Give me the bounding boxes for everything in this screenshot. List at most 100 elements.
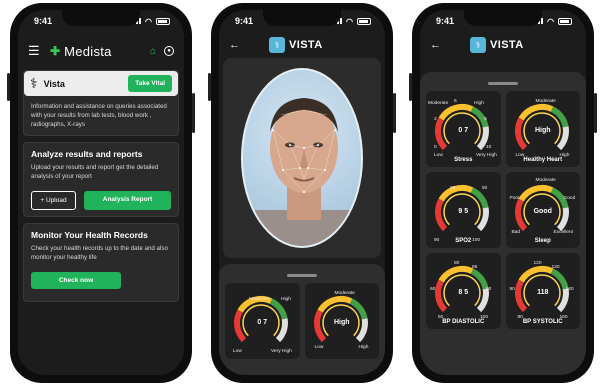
gauge-title: Stress xyxy=(454,157,473,163)
wifi-icon: ◠ xyxy=(145,16,152,26)
notch xyxy=(464,10,542,26)
battery-icon xyxy=(357,17,371,25)
gauge-label: 2 xyxy=(434,117,437,122)
gauge-card[interactable]: Moderate Low High High Healthy Heart xyxy=(505,91,580,167)
notch xyxy=(263,10,341,26)
gauge-value: 0 7 xyxy=(257,319,268,326)
phone-vista-results: 9:41 ◠ ← ⚕ VISTA Moderate 6 High 2 8 0 10 Low Ve… xyxy=(409,3,597,383)
screen: 9:41 ◠ ← ⚕ VISTA Moderate High Low Very … xyxy=(219,10,385,375)
gauge-value: 8 5 xyxy=(458,289,469,296)
gauge-card[interactable]: Moderate 6 High 2 8 0 10 Low Very High 0 7 Stress xyxy=(426,91,501,167)
gauge-label: 130 xyxy=(551,265,560,270)
app-header: ← ⚕ VISTA xyxy=(219,32,385,58)
records-description: Check your health records up to the date… xyxy=(31,245,168,261)
stethoscope-icon: ⚕ xyxy=(30,75,38,91)
gauge-value: 0 7 xyxy=(458,127,469,134)
app-header: ← ⚕ VISTA xyxy=(420,32,586,58)
gauge-label: Low xyxy=(314,345,324,350)
gauge-grid: Moderate High Low Very High 0 7 Moderate Low Hi… xyxy=(225,283,379,359)
vista-logo-text: VISTA xyxy=(289,39,323,51)
gauge-value: High xyxy=(333,319,350,326)
gauge-card[interactable]: 95 92 90 100 9 5 SPO2 xyxy=(426,172,501,248)
records-card: Monitor Your Health Records Check your h… xyxy=(23,223,179,302)
results-sheet: Moderate 6 High 2 8 0 10 Low Very High 0 7 Stress M… xyxy=(420,72,586,375)
gauge-label: Poor xyxy=(509,196,520,201)
gauge-title: Sleep xyxy=(534,238,551,244)
wifi-icon: ◠ xyxy=(547,16,554,26)
gauge-label: Bad xyxy=(511,230,521,235)
gauge-label: High xyxy=(474,101,484,106)
app-brand: Medista xyxy=(64,43,112,59)
vista-logo-text: VISTA xyxy=(490,39,524,51)
gauge-title: Healthy Heart xyxy=(523,157,563,163)
battery-icon xyxy=(156,17,170,25)
gauge-label: Moderate xyxy=(428,101,449,106)
notch xyxy=(62,10,140,26)
app-header: ☰ ✚ Medista ⌂ ● xyxy=(18,32,184,70)
gauge-label: Low xyxy=(233,349,242,354)
analyze-description: Upload your results and report get the d… xyxy=(31,164,159,180)
face-scan-panel xyxy=(223,58,381,258)
vista-title: Vista xyxy=(43,78,65,89)
vista-card: ⚕ Vista Take Vital Information and assis… xyxy=(23,70,179,136)
showcase-stage: 9:41 ◠ ☰ ✚ Medista ⌂ ● ⚕ Vista Take Vita… xyxy=(0,0,603,385)
gauge-label: 8 xyxy=(484,117,487,122)
gauge-value: High xyxy=(534,127,551,134)
gauge-label: 120 xyxy=(533,261,542,266)
gauge-label: 0 xyxy=(434,145,437,150)
vista-logo-icon: ⚕ xyxy=(269,37,285,53)
results-sheet: Moderate High Low Very High 0 7 Moderate Low Hi… xyxy=(219,264,385,375)
sheet-grabber[interactable] xyxy=(488,82,518,85)
analysis-report-button[interactable]: Analysis Report xyxy=(84,191,171,210)
gauge-card[interactable]: 120 130 90 140 80 160 118 BP SYSTOLIC xyxy=(505,253,580,329)
vista-logo-icon: ⚕ xyxy=(470,37,486,53)
gauge-card[interactable]: Moderate Poor Good Bad Excellent Good Sleep xyxy=(505,172,580,248)
gauge-grid: Moderate 6 High 2 8 0 10 Low Very High 0 7 Stress M… xyxy=(426,91,580,329)
profile-icon[interactable]: ● xyxy=(164,46,174,56)
back-arrow-icon[interactable]: ← xyxy=(229,39,269,51)
medical-cross-icon: ✚ xyxy=(50,44,61,58)
gauge-label: High xyxy=(358,345,369,350)
vista-description: Information and assistance on queries as… xyxy=(31,103,167,128)
face-scan-oval xyxy=(241,68,363,248)
battery-icon xyxy=(558,17,572,25)
gauge-value: 118 xyxy=(537,289,549,296)
screen: 9:41 ◠ ← ⚕ VISTA Moderate 6 High 2 8 0 10 Low Ve… xyxy=(420,10,586,375)
upload-label: Upload xyxy=(46,197,67,204)
status-time: 9:41 xyxy=(436,16,455,26)
gauge-value: Good xyxy=(533,208,552,215)
gauge-label: 95 xyxy=(450,186,456,191)
gauge-card[interactable]: Moderate Low High High xyxy=(304,283,379,359)
gauge-card[interactable]: 80 85 60 90 50 100 8 5 BP DIASTOLIC xyxy=(426,253,501,329)
gauge-label: Moderate xyxy=(334,291,355,296)
gauge-label: Very High xyxy=(271,349,292,354)
gauge-label: 85 xyxy=(472,265,478,270)
gauge-title: SPO2 xyxy=(455,238,472,244)
sheet-grabber[interactable] xyxy=(287,274,317,277)
menu-icon[interactable]: ☰ xyxy=(28,43,44,59)
analyze-card: Analyze results and reports Upload your … xyxy=(23,142,179,217)
gauge-title: BP SYSTOLIC xyxy=(522,319,563,325)
records-title: Monitor Your Health Records xyxy=(31,230,148,240)
gauge-label: Moderate xyxy=(249,297,270,302)
gauge-label: 92 xyxy=(482,186,488,191)
gauge-label: 80 xyxy=(454,261,460,266)
check-now-button[interactable]: Check now xyxy=(31,272,121,289)
gauge-card[interactable]: Moderate High Low Very High 0 7 xyxy=(225,283,300,359)
upload-button[interactable]: + Upload xyxy=(31,191,76,210)
status-time: 9:41 xyxy=(34,16,53,26)
analyze-title: Analyze results and reports xyxy=(31,149,143,159)
vista-card-header: ⚕ Vista Take Vital xyxy=(24,71,178,96)
phone-vista-scan: 9:41 ◠ ← ⚕ VISTA Moderate High Low Very … xyxy=(208,3,396,383)
take-vital-button[interactable]: Take Vital xyxy=(128,75,172,92)
gauge-value: 9 5 xyxy=(458,208,469,215)
gauge-title: BP DIASTOLIC xyxy=(442,319,485,325)
gauge-label: 10 xyxy=(486,145,492,150)
gauge-label: High xyxy=(281,297,291,302)
gauge-label: Excellent xyxy=(553,230,573,235)
status-time: 9:41 xyxy=(235,16,254,26)
back-arrow-icon[interactable]: ← xyxy=(430,39,470,51)
home-icon[interactable]: ⌂ xyxy=(150,46,156,57)
phone-medista: 9:41 ◠ ☰ ✚ Medista ⌂ ● ⚕ Vista Take Vita… xyxy=(7,3,195,383)
screen: 9:41 ◠ ☰ ✚ Medista ⌂ ● ⚕ Vista Take Vita… xyxy=(18,10,184,375)
